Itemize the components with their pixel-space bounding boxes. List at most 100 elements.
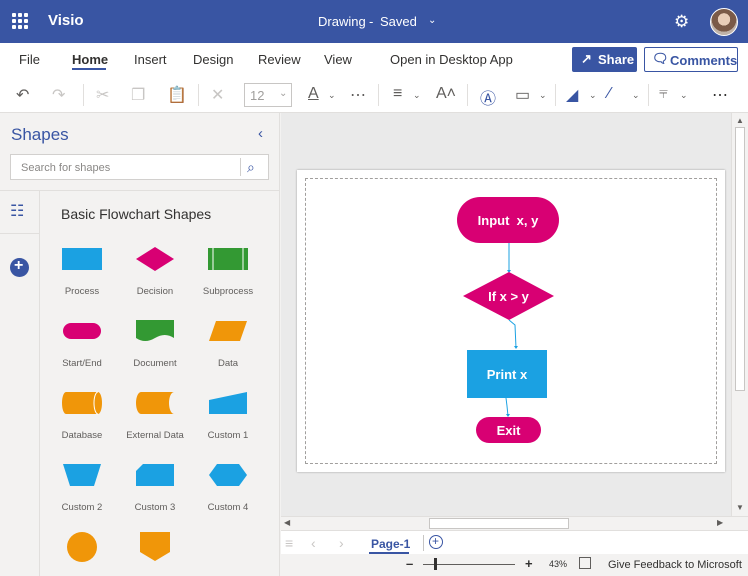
tab-design[interactable]: Design <box>193 52 233 67</box>
line-color-icon[interactable]: ∕ <box>608 85 611 103</box>
vertical-scroll-thumb[interactable] <box>735 127 745 391</box>
arrow-head <box>514 346 518 349</box>
shape-data[interactable]: Data <box>192 318 264 386</box>
text-box-icon[interactable]: Ⓐ <box>480 85 496 109</box>
chevron-down-icon[interactable]: ⌄ <box>428 15 436 26</box>
undo-icon[interactable]: ↶ <box>16 85 29 105</box>
more-options-icon[interactable]: ⋯ <box>712 85 728 105</box>
grow-font-icon[interactable]: A˄ <box>436 85 456 103</box>
chevron-down-icon[interactable]: ⌄ <box>539 90 547 101</box>
document-title[interactable]: Drawing <box>318 14 366 29</box>
feedback-link[interactable]: Give Feedback to Microsoft <box>608 559 742 571</box>
open-in-desktop-app-button[interactable]: Open in Desktop App <box>390 52 513 67</box>
shape-label: Process <box>64 286 100 297</box>
tab-view[interactable]: View <box>324 52 352 67</box>
tab-review[interactable]: Review <box>258 52 301 67</box>
zoom-slider-thumb[interactable] <box>434 558 437 570</box>
chevron-down-icon: ⌄ <box>279 88 288 99</box>
tab-file[interactable]: File <box>19 52 40 67</box>
shape-custom-2[interactable]: Custom 2 <box>46 462 118 530</box>
subprocess-shape-icon <box>208 248 248 270</box>
decision-shape-icon <box>136 247 174 271</box>
end-shape[interactable]: Exit <box>476 417 541 443</box>
flowchart-stencil-icon[interactable]: ☷ <box>10 201 24 221</box>
share-icon: ↗ <box>581 51 592 66</box>
search-icon[interactable]: ⌕ <box>247 159 255 176</box>
process-shape[interactable]: Print x <box>467 350 547 398</box>
rectangle-icon[interactable]: ▭ <box>515 85 530 105</box>
shape-custom-1[interactable]: Custom 1 <box>192 390 264 458</box>
chevron-down-icon[interactable]: ⌄ <box>328 90 336 101</box>
drawing-page[interactable]: Input x, y If x > y Print x Exit <box>297 170 725 472</box>
drawing-canvas[interactable]: Input x, y If x > y Print x Exit <box>281 113 731 516</box>
chevron-down-icon[interactable]: ⌄ <box>680 90 688 101</box>
shape-process[interactable]: Process <box>46 246 118 314</box>
shape-circle[interactable] <box>46 532 118 576</box>
copy-icon[interactable]: ❐ <box>131 85 145 105</box>
tab-page-1[interactable]: Page-1 <box>371 537 410 551</box>
shape-custom-3[interactable]: Custom 3 <box>119 462 191 530</box>
shape-decision[interactable]: Decision <box>119 246 191 314</box>
connector-line[interactable] <box>508 319 517 349</box>
scroll-right-icon[interactable]: ▶ <box>717 518 723 527</box>
shape-label: Subprocess <box>202 286 254 297</box>
shape-document[interactable]: Document <box>119 318 191 386</box>
shape-start-end[interactable]: Start/End <box>46 318 118 386</box>
chevron-left-icon[interactable]: ‹ <box>258 125 263 142</box>
process-shape-label: Print x <box>486 366 528 382</box>
cut-icon[interactable]: ✂ <box>96 85 109 105</box>
vertical-scrollbar[interactable]: ▲ ▼ <box>731 113 748 516</box>
toolbar-divider <box>83 84 84 106</box>
page-tab-divider <box>423 535 424 551</box>
app-launcher-icon[interactable] <box>12 13 28 29</box>
shape-label: Start/End <box>62 358 102 369</box>
align-icon[interactable]: ≡ <box>393 85 402 103</box>
add-page-icon[interactable]: + <box>429 534 443 549</box>
comments-button[interactable]: 🗨 Comments <box>644 47 738 72</box>
zoom-in-icon[interactable]: + <box>525 556 533 571</box>
shape-off-page[interactable] <box>119 532 191 576</box>
arrange-icon[interactable]: ⫧ <box>659 85 668 103</box>
title-separator: - <box>369 14 374 29</box>
gear-icon[interactable]: ⚙ <box>674 12 689 32</box>
zoom-level[interactable]: 43% <box>549 559 567 569</box>
search-shapes-field[interactable]: Search for shapes ⌕ <box>10 154 269 180</box>
decision-shape-label: If x > y <box>488 288 529 304</box>
add-stencil-icon[interactable]: + <box>10 257 29 277</box>
next-page-icon[interactable]: › <box>339 535 344 551</box>
shape-external-data[interactable]: External Data <box>119 390 191 458</box>
font-color-icon[interactable]: A <box>308 85 319 103</box>
shape-label: Database <box>61 430 103 441</box>
scroll-down-icon[interactable]: ▼ <box>736 503 744 512</box>
chevron-down-icon[interactable]: ⌄ <box>413 90 421 101</box>
previous-page-icon[interactable]: ‹ <box>311 535 316 551</box>
external-data-shape-icon <box>136 392 174 414</box>
shape-custom-4[interactable]: Custom 4 <box>192 462 264 530</box>
redo-icon[interactable]: ↷ <box>52 85 65 105</box>
chevron-down-icon[interactable]: ⌄ <box>589 90 597 101</box>
more-font-options-icon[interactable]: ⋯ <box>350 85 366 105</box>
app-name[interactable]: Visio <box>48 12 84 29</box>
connector-line[interactable] <box>505 397 509 417</box>
document-shape-icon <box>136 320 174 341</box>
page-list-icon[interactable]: ≡ <box>285 535 293 551</box>
stencil-rail: ☷ + <box>0 191 40 576</box>
chevron-down-icon[interactable]: ⌄ <box>632 90 640 101</box>
scroll-up-icon[interactable]: ▲ <box>736 116 744 125</box>
fill-icon[interactable]: ◢ <box>566 85 578 105</box>
tab-insert[interactable]: Insert <box>134 52 167 67</box>
shape-database[interactable]: Database <box>46 390 118 458</box>
avatar[interactable] <box>710 8 738 36</box>
share-button[interactable]: ↗ Share <box>572 47 637 72</box>
scroll-left-icon[interactable]: ◀ <box>284 518 290 527</box>
fit-to-window-icon[interactable] <box>579 557 591 569</box>
paste-icon[interactable]: 📋 <box>167 85 187 105</box>
horizontal-scroll-thumb[interactable] <box>429 518 569 529</box>
shape-subprocess[interactable]: Subprocess <box>192 246 264 314</box>
horizontal-scrollbar[interactable]: ◀ ▶ <box>281 516 748 530</box>
delete-icon[interactable]: ✕ <box>211 85 224 105</box>
zoom-out-icon[interactable]: – <box>406 556 413 571</box>
font-size-select[interactable]: 12 ⌄ <box>244 83 292 107</box>
tab-home[interactable]: Home <box>72 52 108 67</box>
start-shape[interactable]: Input x, y <box>457 197 559 243</box>
